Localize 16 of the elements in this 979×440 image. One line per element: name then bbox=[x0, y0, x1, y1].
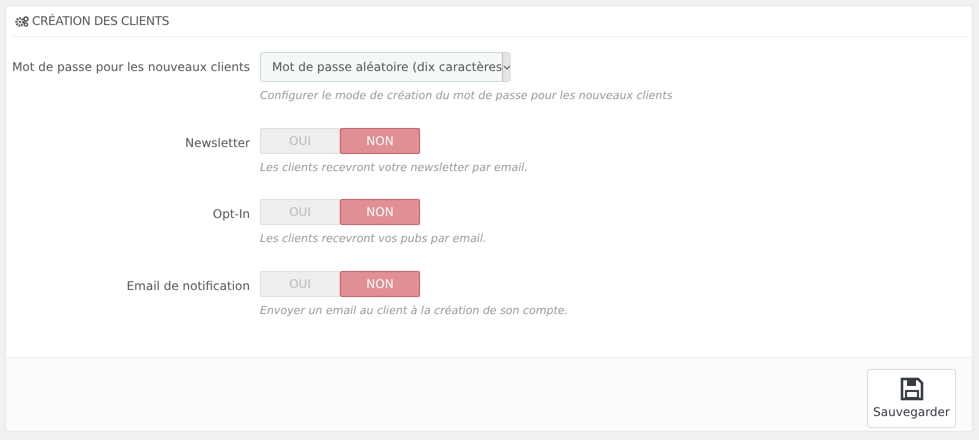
panel-title: CRÉATION DES CLIENTS bbox=[32, 12, 170, 30]
caret-icon bbox=[503, 64, 512, 70]
field-label: Email de notification bbox=[126, 278, 250, 294]
help-text: Les clients recevront votre newsletter par email. bbox=[260, 160, 528, 176]
field-label: Opt-In bbox=[212, 206, 250, 223]
field-label: Mot de passe pour les nouveaux clients bbox=[11, 59, 250, 76]
save-icon bbox=[900, 376, 924, 400]
password-select[interactable]: Mot de passe aléatoire (dix caractères bbox=[260, 52, 510, 82]
save-button[interactable]: Sauvegarder bbox=[867, 369, 956, 428]
toggle-option[interactable]: NON bbox=[340, 128, 420, 154]
help-text: Configurer le mode de création du mot de passe pour les nouveaux clients bbox=[260, 88, 672, 104]
help-text: Les clients recevront vos pubs par email. bbox=[260, 231, 486, 247]
toggle-option[interactable]: NON bbox=[340, 270, 420, 296]
toggle-option[interactable]: NON bbox=[340, 199, 420, 225]
help-text: Envoyer un email au client à la création de son compte. bbox=[260, 302, 568, 318]
field-label: Newsletter bbox=[184, 134, 250, 152]
